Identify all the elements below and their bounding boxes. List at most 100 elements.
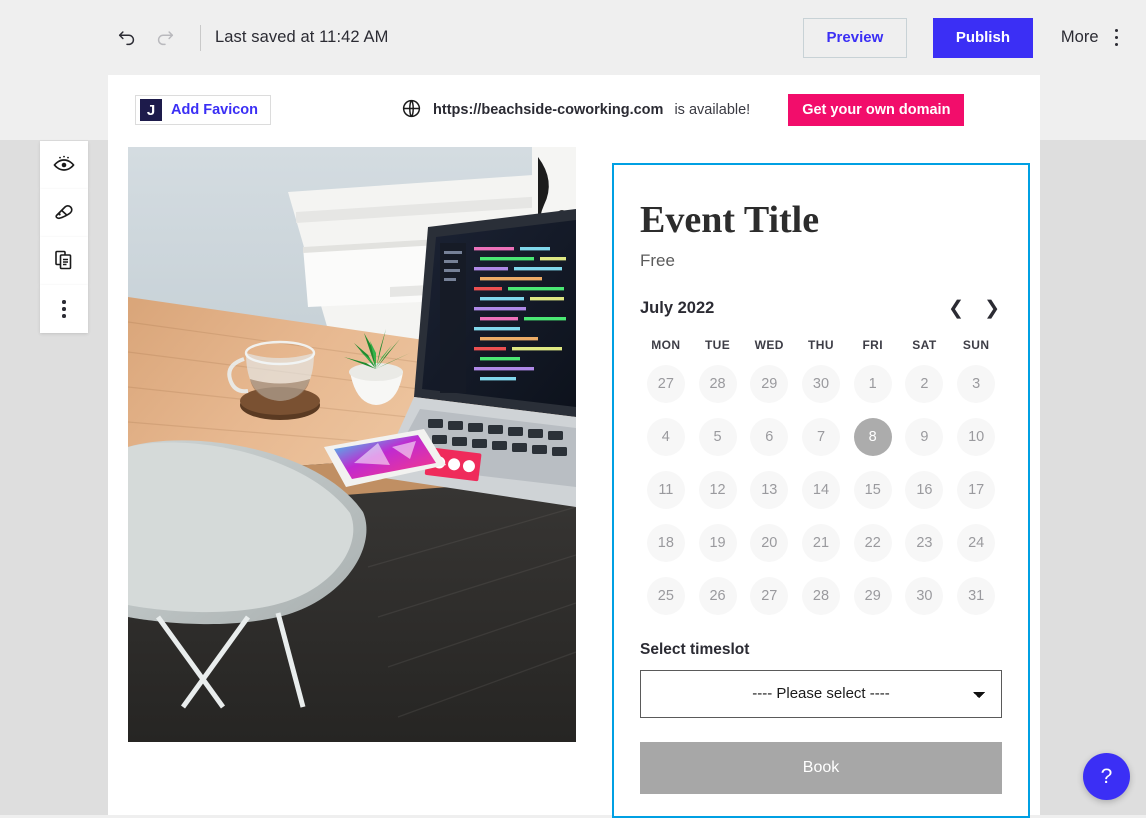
event-booking-card[interactable]: Event Title Free July 2022 ❮ ❯ MON TUE WED…	[612, 163, 1030, 818]
hero-image[interactable]	[128, 147, 576, 742]
visibility-tool-button[interactable]	[40, 141, 88, 189]
redo-button[interactable]	[146, 19, 184, 57]
vertical-dots-icon	[1109, 27, 1125, 49]
calendar-cell: 30	[795, 358, 847, 411]
design-tool-button[interactable]	[40, 189, 88, 237]
calendar-cell: 18	[640, 517, 692, 570]
calendar-day[interactable]: 1	[853, 365, 892, 404]
favicon-preview: J	[140, 99, 162, 121]
calendar-cell: 21	[795, 517, 847, 570]
calendar-cell: 7	[795, 411, 847, 464]
timeslot-select[interactable]: ---- Please select ----	[640, 669, 1002, 718]
domain-availability-notice: https://beachside-coworking.com is avail…	[401, 94, 965, 126]
chevron-right-icon[interactable]: ❯	[982, 299, 1002, 318]
calendar-week-row: 27 28 29 30 1 2 3	[640, 358, 1002, 411]
add-favicon-button[interactable]: J Add Favicon	[135, 95, 272, 125]
calendar-day[interactable]: 24	[957, 524, 996, 563]
calendar-weekday: WED	[754, 337, 784, 352]
calendar-weekday: TUE	[704, 337, 731, 352]
chevron-left-icon[interactable]: ❮	[946, 299, 966, 318]
calendar-day-selected[interactable]: 8	[853, 418, 892, 457]
calendar-day[interactable]: 9	[905, 418, 944, 457]
calendar-cell: 10	[950, 411, 1002, 464]
calendar-cell: 9	[899, 411, 951, 464]
calendar-cell: 28	[692, 358, 744, 411]
calendar-day[interactable]: 11	[646, 471, 685, 510]
calendar-day[interactable]: 29	[853, 577, 892, 616]
calendar-day[interactable]: 31	[957, 577, 996, 616]
calendar-day[interactable]: 4	[646, 418, 685, 457]
left-tool-rail	[40, 141, 88, 333]
eye-icon	[52, 152, 76, 179]
calendar-day[interactable]: 14	[801, 471, 840, 510]
calendar-cell: 16	[899, 464, 951, 517]
calendar-day[interactable]: 28	[698, 365, 737, 404]
undo-button[interactable]	[108, 19, 146, 57]
calendar-day[interactable]: 13	[750, 471, 789, 510]
calendar-weekday: MON	[651, 337, 681, 352]
help-button[interactable]: ?	[1083, 753, 1130, 800]
calendar-cell: 6	[743, 411, 795, 464]
vertical-dots-icon	[56, 298, 72, 320]
calendar-day[interactable]: 17	[957, 471, 996, 510]
event-price: Free	[640, 250, 675, 270]
calendar-day[interactable]: 15	[853, 471, 892, 510]
calendar-day[interactable]: 28	[801, 577, 840, 616]
calendar-cell: 19	[692, 517, 744, 570]
more-tools-button[interactable]	[40, 285, 88, 333]
calendar-day[interactable]: 16	[905, 471, 944, 510]
calendar-day[interactable]: 10	[957, 418, 996, 457]
calendar-day[interactable]: 7	[801, 418, 840, 457]
calendar-cell: 8	[847, 411, 899, 464]
calendar-week-row: 11 12 13 14 15 16 17	[640, 464, 1002, 517]
calendar-day[interactable]: 21	[801, 524, 840, 563]
calendar-cell: 13	[743, 464, 795, 517]
calendar-weekday: SUN	[962, 337, 990, 352]
book-button[interactable]: Book	[640, 741, 1002, 794]
calendar-day[interactable]: 20	[750, 524, 789, 563]
calendar-cell: 29	[847, 570, 899, 623]
calendar-cell: 3	[950, 358, 1002, 411]
calendar-day[interactable]: 25	[646, 577, 685, 616]
more-menu-button[interactable]: More	[1061, 27, 1124, 49]
calendar-cell: 11	[640, 464, 692, 517]
calendar-cell: 30	[899, 570, 951, 623]
site-settings-bar: J Add Favicon https://beachside-coworkin…	[108, 75, 1040, 145]
redo-icon	[154, 27, 176, 49]
calendar-month-label: July 2022	[640, 298, 715, 317]
duplicate-icon	[52, 248, 76, 275]
calendar-week-row: 25 26 27 28 29 30 31	[640, 570, 1002, 623]
calendar-day[interactable]: 5	[698, 418, 737, 457]
calendar-day[interactable]: 19	[698, 524, 737, 563]
calendar-day[interactable]: 12	[698, 471, 737, 510]
right-gutter-top	[1040, 75, 1146, 140]
calendar-day[interactable]: 23	[905, 524, 944, 563]
publish-button[interactable]: Publish	[932, 17, 1033, 58]
calendar-day[interactable]: 22	[853, 524, 892, 563]
get-domain-button[interactable]: Get your own domain	[788, 94, 965, 126]
calendar-cell: 20	[743, 517, 795, 570]
calendar-day[interactable]: 18	[646, 524, 685, 563]
calendar-cell: 27	[743, 570, 795, 623]
calendar-cell: 23	[899, 517, 951, 570]
calendar-week-row: 18 19 20 21 22 23 24	[640, 517, 1002, 570]
calendar-cell: 12	[692, 464, 744, 517]
globe-icon	[401, 98, 422, 123]
calendar-day[interactable]: 30	[801, 365, 840, 404]
calendar-header: July 2022 ❮ ❯	[640, 299, 1002, 318]
calendar-day[interactable]: 30	[905, 577, 944, 616]
calendar-day[interactable]: 3	[957, 365, 996, 404]
more-label: More	[1060, 28, 1099, 46]
calendar-day[interactable]: 27	[750, 577, 789, 616]
calendar-day[interactable]: 2	[905, 365, 944, 404]
timeslot-label: Select timeslot	[640, 640, 750, 658]
duplicate-tool-button[interactable]	[40, 237, 88, 285]
calendar-day[interactable]: 6	[750, 418, 789, 457]
calendar-day[interactable]: 29	[750, 365, 789, 404]
calendar-day[interactable]: 27	[646, 365, 685, 404]
toolbar-right-group: Preview Publish More	[802, 17, 1146, 58]
calendar-cell: 4	[640, 411, 692, 464]
calendar-cell: 14	[795, 464, 847, 517]
preview-button[interactable]: Preview	[802, 17, 907, 58]
calendar-day[interactable]: 26	[698, 577, 737, 616]
